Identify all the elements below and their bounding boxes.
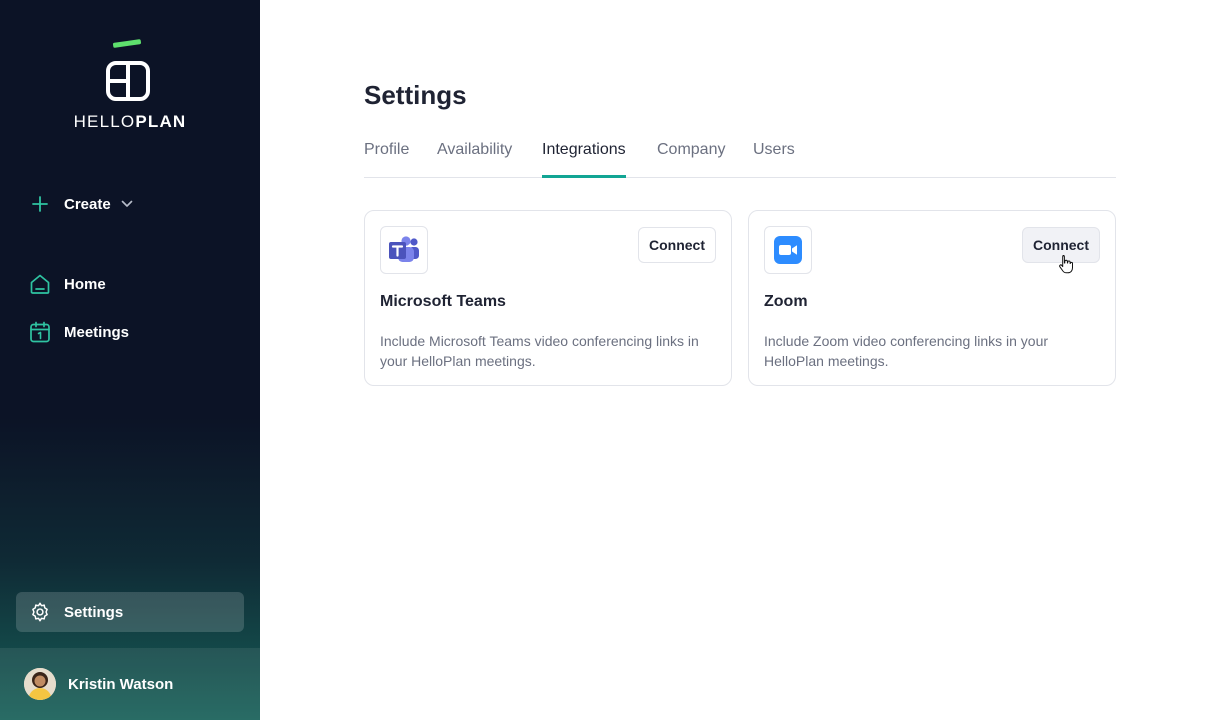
avatar: [24, 668, 56, 700]
tab-availability[interactable]: Availability: [437, 138, 512, 178]
sidebar-item-label: Settings: [64, 603, 124, 621]
tab-integrations[interactable]: Integrations: [542, 138, 626, 178]
integration-description: Include Zoom video conferencing links in…: [764, 333, 1049, 369]
tab-users[interactable]: Users: [753, 138, 795, 178]
hand-pointer-cursor-icon: [1058, 254, 1074, 279]
helloplan-logo[interactable]: HELLOPLAN: [0, 38, 260, 132]
zoom-icon: [764, 226, 812, 274]
page-title: Settings: [364, 80, 467, 110]
sidebar-item-label: Home: [64, 275, 106, 293]
create-button[interactable]: Create: [28, 192, 133, 216]
sidebar-item-meetings[interactable]: Meetings: [28, 320, 129, 344]
tab-company[interactable]: Company: [657, 138, 725, 178]
integration-description: Include Microsoft Teams video conferenci…: [380, 333, 699, 369]
settings-tabs: Profile Availability Integrations Compan…: [364, 138, 1116, 178]
sidebar-item-home[interactable]: Home: [28, 272, 106, 296]
user-profile[interactable]: Kristin Watson: [0, 648, 260, 720]
tab-profile[interactable]: Profile: [364, 138, 409, 178]
calendar-icon: [28, 320, 52, 344]
sidebar: HELLOPLAN Create Home Meetings Settings: [0, 0, 260, 720]
logo-mark-icon: [106, 39, 150, 101]
create-label: Create: [64, 195, 111, 213]
integration-title: Microsoft Teams: [380, 293, 506, 310]
home-icon: [28, 272, 52, 296]
sidebar-item-label: Meetings: [64, 323, 130, 341]
sidebar-item-settings[interactable]: Settings: [16, 592, 244, 632]
user-name: Kristin Watson: [68, 675, 174, 693]
integration-card-zoom: Connect Zoom Include Zoom video conferen…: [748, 210, 1116, 386]
gear-icon: [28, 600, 52, 624]
chevron-down-icon: [121, 200, 133, 208]
integration-card-microsoft-teams: Connect Microsoft Teams Include Microsof…: [364, 210, 732, 386]
connect-microsoft-teams-button[interactable]: Connect: [638, 227, 716, 263]
logo-wordmark: HELLOPLAN: [73, 112, 187, 131]
microsoft-teams-icon: [380, 226, 428, 274]
plus-icon: [28, 192, 52, 216]
integration-title: Zoom: [764, 293, 808, 310]
